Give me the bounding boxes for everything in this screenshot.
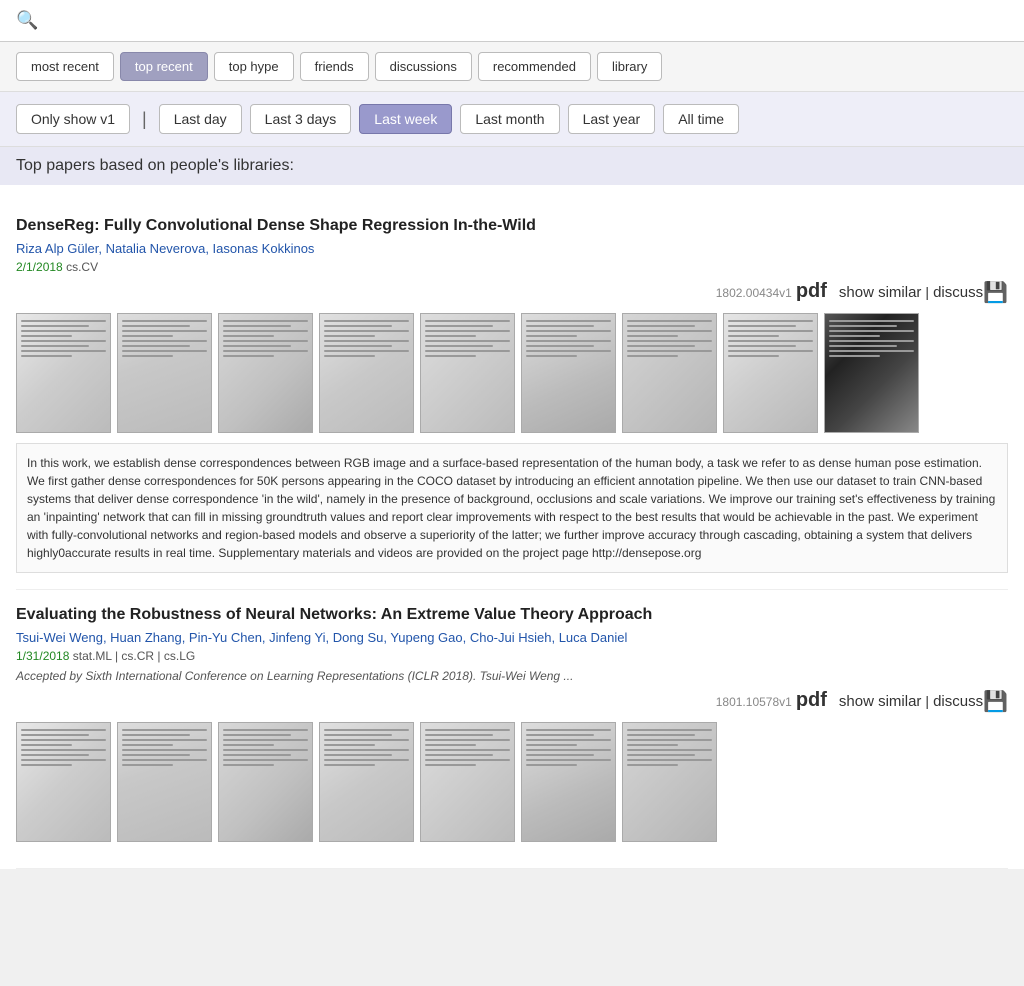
search-icon: 🔍 <box>16 10 38 31</box>
paper-meta-0: 2/1/2018 cs.CV <box>16 260 1008 274</box>
thumbnail-1-3[interactable] <box>319 722 414 842</box>
thumbnail-0-0[interactable] <box>16 313 111 433</box>
thumbnail-1-2[interactable] <box>218 722 313 842</box>
discuss-link-1[interactable]: discuss <box>933 693 983 710</box>
paper-authors-0[interactable]: Riza Alp Güler, Natalia Neverova, Iasona… <box>16 241 1008 256</box>
search-input[interactable] <box>48 12 1008 30</box>
thumbnail-0-2[interactable] <box>218 313 313 433</box>
tab-most-recent[interactable]: most recent <box>16 52 114 81</box>
thumbnail-0-6[interactable] <box>622 313 717 433</box>
thumbnail-1-5[interactable] <box>521 722 616 842</box>
show-similar-link-0[interactable]: show similar <box>839 284 922 301</box>
discuss-link-0[interactable]: discuss <box>933 284 983 301</box>
tab-recommended[interactable]: recommended <box>478 52 591 81</box>
tab-top-recent[interactable]: top recent <box>120 52 208 81</box>
thumbnails-0 <box>16 313 1008 433</box>
thumbnails-1 <box>16 722 1008 842</box>
thumbnail-1-0[interactable] <box>16 722 111 842</box>
thumbnail-0-4[interactable] <box>420 313 515 433</box>
filter-only-show-v1[interactable]: Only show v1 <box>16 104 130 134</box>
tab-friends[interactable]: friends <box>300 52 369 81</box>
thumbnail-1-1[interactable] <box>117 722 212 842</box>
paper-authors-1[interactable]: Tsui-Wei Weng, Huan Zhang, Pin-Yu Chen, … <box>16 630 1008 645</box>
paper-meta-1: 1/31/2018 stat.ML | cs.CR | cs.LG <box>16 649 1008 663</box>
tab-library[interactable]: library <box>597 52 662 81</box>
paper-entry-1: Evaluating the Robustness of Neural Netw… <box>16 590 1008 869</box>
paper-cats-0: cs.CV <box>66 260 98 274</box>
filter-last-month[interactable]: Last month <box>460 104 559 134</box>
thumbnail-1-4[interactable] <box>420 722 515 842</box>
save-icon-0[interactable]: 💾 <box>983 280 1008 305</box>
link-sep-0: | <box>925 284 929 300</box>
filter-all-time[interactable]: All time <box>663 104 739 134</box>
paper-title-1[interactable]: Evaluating the Robustness of Neural Netw… <box>16 606 1008 624</box>
papers-container: DenseReg: Fully Convolutional Dense Shap… <box>16 201 1008 869</box>
paper-date-0: 2/1/2018 <box>16 260 63 274</box>
filter-separator: | <box>138 109 151 130</box>
section-header: Top papers based on people's libraries: <box>0 147 1024 185</box>
thumbnail-0-8[interactable] <box>824 313 919 433</box>
paper-actions-0: 1802.00434v1 pdf show similar|discuss💾 <box>16 280 1008 303</box>
filter-last-year[interactable]: Last year <box>568 104 656 134</box>
thumbnail-0-5[interactable] <box>521 313 616 433</box>
paper-version-0: 1802.00434v1 <box>716 286 792 300</box>
save-icon-1[interactable]: 💾 <box>983 689 1008 714</box>
tab-top-hype[interactable]: top hype <box>214 52 294 81</box>
paper-cats-1: stat.ML | cs.CR | cs.LG <box>73 649 195 663</box>
paper-actions-1: 1801.10578v1 pdf show similar|discuss💾 <box>16 689 1008 712</box>
show-similar-link-1[interactable]: show similar <box>839 693 922 710</box>
paper-date-1: 1/31/2018 <box>16 649 69 663</box>
thumbnail-1-6[interactable] <box>622 722 717 842</box>
pdf-link-1[interactable]: pdf <box>796 689 827 711</box>
filter-last-week[interactable]: Last week <box>359 104 452 134</box>
filter-bar: Only show v1 | Last day Last 3 daysLast wee… <box>0 92 1024 147</box>
search-bar: 🔍 <box>0 0 1024 42</box>
thumbnail-0-3[interactable] <box>319 313 414 433</box>
tab-discussions[interactable]: discussions <box>375 52 472 81</box>
link-sep-1: | <box>925 693 929 709</box>
paper-title-0[interactable]: DenseReg: Fully Convolutional Dense Shap… <box>16 217 1008 235</box>
filter-last-3-days[interactable]: Last 3 days <box>250 104 352 134</box>
paper-entry-0: DenseReg: Fully Convolutional Dense Shap… <box>16 201 1008 590</box>
paper-accepted-1: Accepted by Sixth International Conferen… <box>16 669 1008 683</box>
thumbnail-0-7[interactable] <box>723 313 818 433</box>
filter-last-day[interactable]: Last day <box>159 104 242 134</box>
main-content: Top papers based on people's libraries: … <box>0 147 1024 869</box>
pdf-link-0[interactable]: pdf <box>796 280 827 302</box>
paper-abstract-0: In this work, we establish dense corresp… <box>16 443 1008 573</box>
thumbnail-0-1[interactable] <box>117 313 212 433</box>
nav-tabs: most recenttop recenttop hypefriendsdisc… <box>0 42 1024 92</box>
paper-version-1: 1801.10578v1 <box>716 695 792 709</box>
